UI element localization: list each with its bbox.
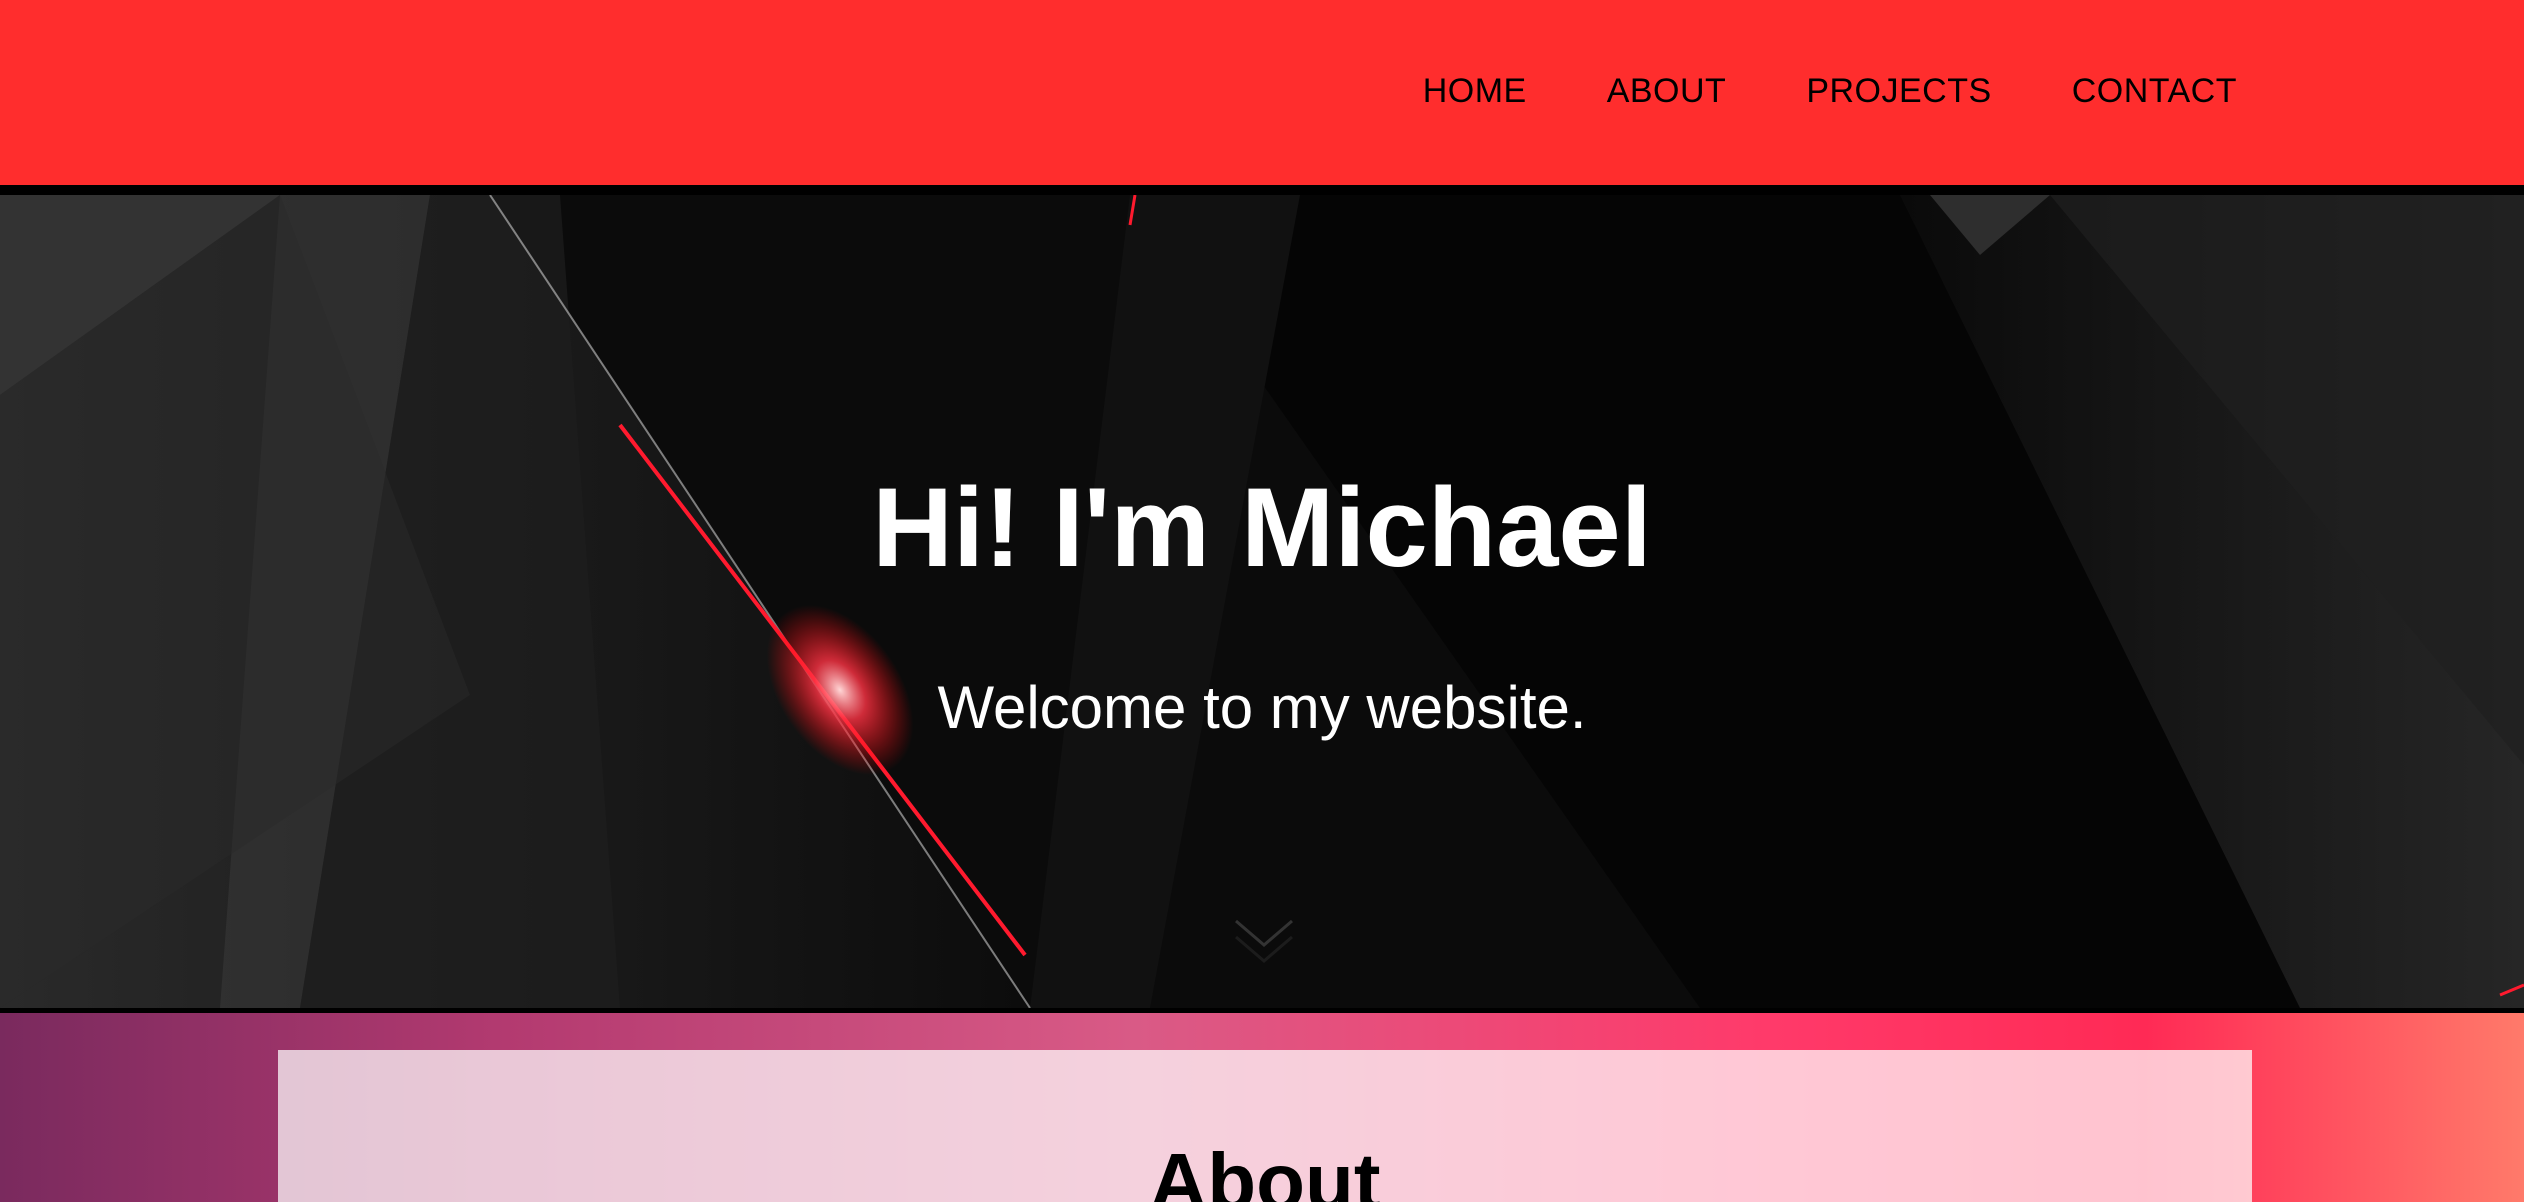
about-section: About xyxy=(0,1013,2524,1202)
chevron-down-icon[interactable] xyxy=(1232,907,1296,971)
nav-item-home: HOME xyxy=(1423,72,1527,111)
hero-background-image xyxy=(0,195,2524,1008)
nav-item-projects: PROJECTS xyxy=(1806,72,1991,111)
nav-link-projects[interactable]: PROJECTS xyxy=(1806,72,1991,110)
nav-item-about: ABOUT xyxy=(1607,72,1727,111)
hero-title: Hi! I'm Michael xyxy=(872,465,1652,590)
hero-subtitle: Welcome to my website. xyxy=(937,674,1587,741)
nav-link-about[interactable]: ABOUT xyxy=(1607,72,1727,110)
hero-section: Hi! I'm Michael Welcome to my website. xyxy=(0,195,2524,1013)
nav-menu: HOME ABOUT PROJECTS CONTACT xyxy=(1423,72,2237,111)
nav-link-home[interactable]: HOME xyxy=(1423,72,1527,110)
about-card: About xyxy=(278,1050,2252,1202)
top-navbar: HOME ABOUT PROJECTS CONTACT xyxy=(0,0,2524,190)
about-heading: About xyxy=(1149,1137,1381,1202)
nav-item-contact: CONTACT xyxy=(2072,72,2237,111)
nav-link-contact[interactable]: CONTACT xyxy=(2072,72,2237,110)
